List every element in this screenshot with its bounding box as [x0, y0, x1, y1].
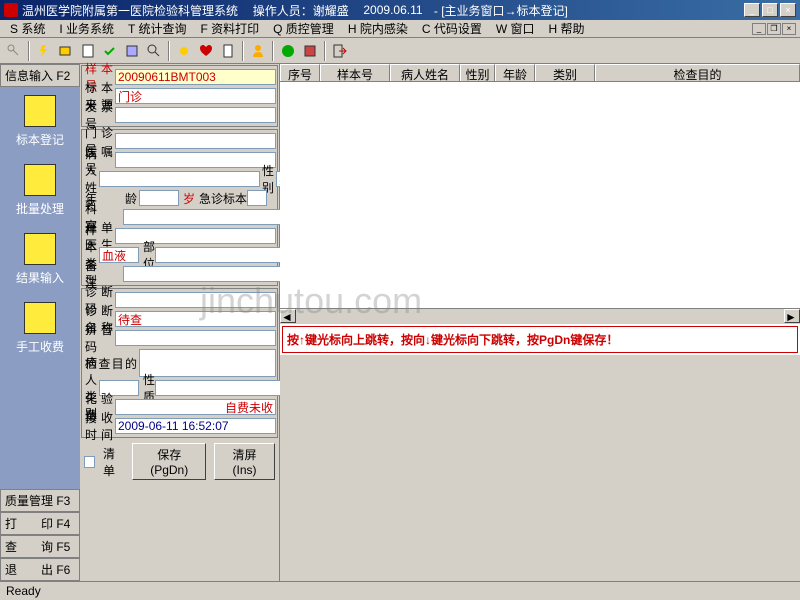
tool-result-icon[interactable]	[78, 41, 98, 61]
sample-src-input[interactable]	[115, 88, 276, 104]
horizontal-scrollbar[interactable]: ◄ ►	[280, 308, 800, 324]
sidebar-label: 批量处理	[16, 200, 64, 217]
recv-time-label: 接收时间	[83, 409, 115, 443]
tool-doc-icon[interactable]	[218, 41, 238, 61]
titlebar: 温州医学院附属第一医院检验科管理系统 操作人员：谢耀盛 2009.06.11 -…	[0, 0, 800, 20]
sidebar-qc[interactable]: 质量管理 F3	[0, 489, 80, 512]
tool-flash-icon[interactable]	[34, 41, 54, 61]
sidebar-exit[interactable]: 退 出 F6	[0, 558, 80, 581]
sidebar-label: 标本登记	[16, 131, 64, 148]
form-panel: 样 本 号 标本来源 发 票 号 门 诊 号 医 嘱 号 病人姓名	[80, 64, 280, 581]
toolbar	[0, 38, 800, 64]
mdi-restore[interactable]: ❐	[767, 23, 781, 35]
menubar: S 系统 I 业务系统 T 统计查询 F 资料打印 Q 质控管理 H 院内感染 …	[0, 20, 800, 38]
sidebar-item-register[interactable]: 标本登记	[0, 87, 80, 156]
pinyin-input[interactable]	[115, 330, 276, 346]
scroll-right-icon[interactable]: ►	[784, 309, 800, 323]
fee-input[interactable]	[115, 399, 276, 415]
emergency-label: 急诊标本	[199, 190, 247, 207]
col-sample[interactable]: 样本号	[320, 64, 390, 81]
menu-business[interactable]: I 业务系统	[53, 19, 120, 38]
clear-button[interactable]: 清屏(Ins)	[214, 443, 275, 480]
recv-time-input[interactable]	[115, 418, 276, 434]
col-type[interactable]: 类别	[535, 64, 595, 81]
diag-name-input[interactable]	[115, 311, 276, 327]
window-title: - [主业务窗口→标本登记]	[434, 2, 568, 19]
sidebar-item-result[interactable]: 结果输入	[0, 225, 80, 294]
outpatient-input[interactable]	[115, 133, 276, 149]
remark-input[interactable]	[123, 266, 284, 282]
col-seq[interactable]: 序号	[280, 64, 320, 81]
app-icon	[4, 3, 18, 17]
invoice-input[interactable]	[115, 107, 276, 123]
title-date: 2009.06.11	[363, 3, 422, 17]
tool-sun-icon[interactable]	[174, 41, 194, 61]
menu-infection[interactable]: H 院内感染	[342, 19, 414, 38]
patient-name-input[interactable]	[99, 171, 260, 187]
content-area: 序号 样本号 病人姓名 性别 年龄 类别 检查目的 ◄ ► 按↑键光标向上跳转，…	[280, 64, 800, 581]
list-checkbox-label: 清单	[103, 445, 125, 479]
grid-header: 序号 样本号 病人姓名 性别 年龄 类别 检查目的	[280, 64, 800, 82]
menu-window[interactable]: W 窗口	[490, 19, 541, 38]
age-input[interactable]	[139, 190, 179, 206]
mdi-minimize[interactable]: _	[752, 23, 766, 35]
col-purpose[interactable]: 检查目的	[595, 64, 800, 81]
diag-code-input[interactable]	[115, 292, 276, 308]
tool-batch-icon[interactable]	[56, 41, 76, 61]
list-checkbox[interactable]	[84, 456, 95, 468]
sample-no-input[interactable]	[115, 69, 276, 85]
check-purpose-input[interactable]	[139, 349, 276, 377]
dept-input[interactable]	[123, 209, 284, 225]
tool-search-icon[interactable]	[144, 41, 164, 61]
save-button[interactable]: 保存(PgDn)	[132, 443, 206, 480]
operator-label: 操作人员：谢耀盛	[253, 2, 349, 19]
emergency-input[interactable]	[247, 190, 267, 206]
fee-icon	[24, 302, 56, 334]
menu-help[interactable]: H 帮助	[543, 19, 591, 38]
sidebar-label: 手工收费	[16, 338, 64, 355]
age-unit: 岁	[179, 190, 199, 207]
minimize-button[interactable]: _	[744, 3, 760, 17]
mdi-close[interactable]: ×	[782, 23, 796, 35]
app-title: 温州医学院附属第一医院检验科管理系统	[22, 2, 238, 19]
result-icon	[24, 233, 56, 265]
menu-print[interactable]: F 资料打印	[194, 19, 265, 38]
tool-check-icon[interactable]	[100, 41, 120, 61]
col-name[interactable]: 病人姓名	[390, 64, 460, 81]
sidebar: 信息输入 F2 标本登记 批量处理 结果输入 手工收费 质量管理 F3 打 印 …	[0, 64, 80, 581]
sidebar-item-fee[interactable]: 手工收费	[0, 294, 80, 363]
sidebar-print[interactable]: 打 印 F4	[0, 512, 80, 535]
menu-qc[interactable]: Q 质控管理	[267, 19, 340, 38]
menu-stats[interactable]: T 统计查询	[122, 19, 192, 38]
tool-report-icon[interactable]	[122, 41, 142, 61]
col-sex[interactable]: 性别	[460, 64, 495, 81]
tool-user-icon[interactable]	[248, 41, 268, 61]
maximize-button[interactable]: □	[762, 3, 778, 17]
register-icon	[24, 95, 56, 127]
sidebar-query[interactable]: 查 询 F5	[0, 535, 80, 558]
sidebar-header-input[interactable]: 信息输入 F2	[0, 64, 80, 87]
menu-system[interactable]: S 系统	[4, 19, 51, 38]
tool-book-icon[interactable]	[300, 41, 320, 61]
tool-globe-icon[interactable]	[278, 41, 298, 61]
scroll-left-icon[interactable]: ◄	[280, 309, 296, 323]
tool-exit-icon[interactable]	[330, 41, 350, 61]
col-age[interactable]: 年龄	[495, 64, 535, 81]
med-order-input[interactable]	[115, 152, 276, 168]
menu-code[interactable]: C 代码设置	[416, 19, 488, 38]
batch-icon	[24, 164, 56, 196]
sidebar-label: 结果输入	[16, 269, 64, 286]
statusbar: Ready	[0, 581, 800, 599]
pinyin-label: 拼 音 码	[83, 321, 115, 355]
status-text: Ready	[6, 584, 41, 598]
tool-heart-icon[interactable]	[196, 41, 216, 61]
close-button[interactable]: ×	[780, 3, 796, 17]
grid-body[interactable]	[280, 82, 800, 308]
sidebar-item-batch[interactable]: 批量处理	[0, 156, 80, 225]
hint-text: 按↑键光标向上跳转，按向↓键光标向下跳转，按PgDn键保存！	[282, 326, 798, 353]
tool-key-icon[interactable]	[4, 41, 24, 61]
